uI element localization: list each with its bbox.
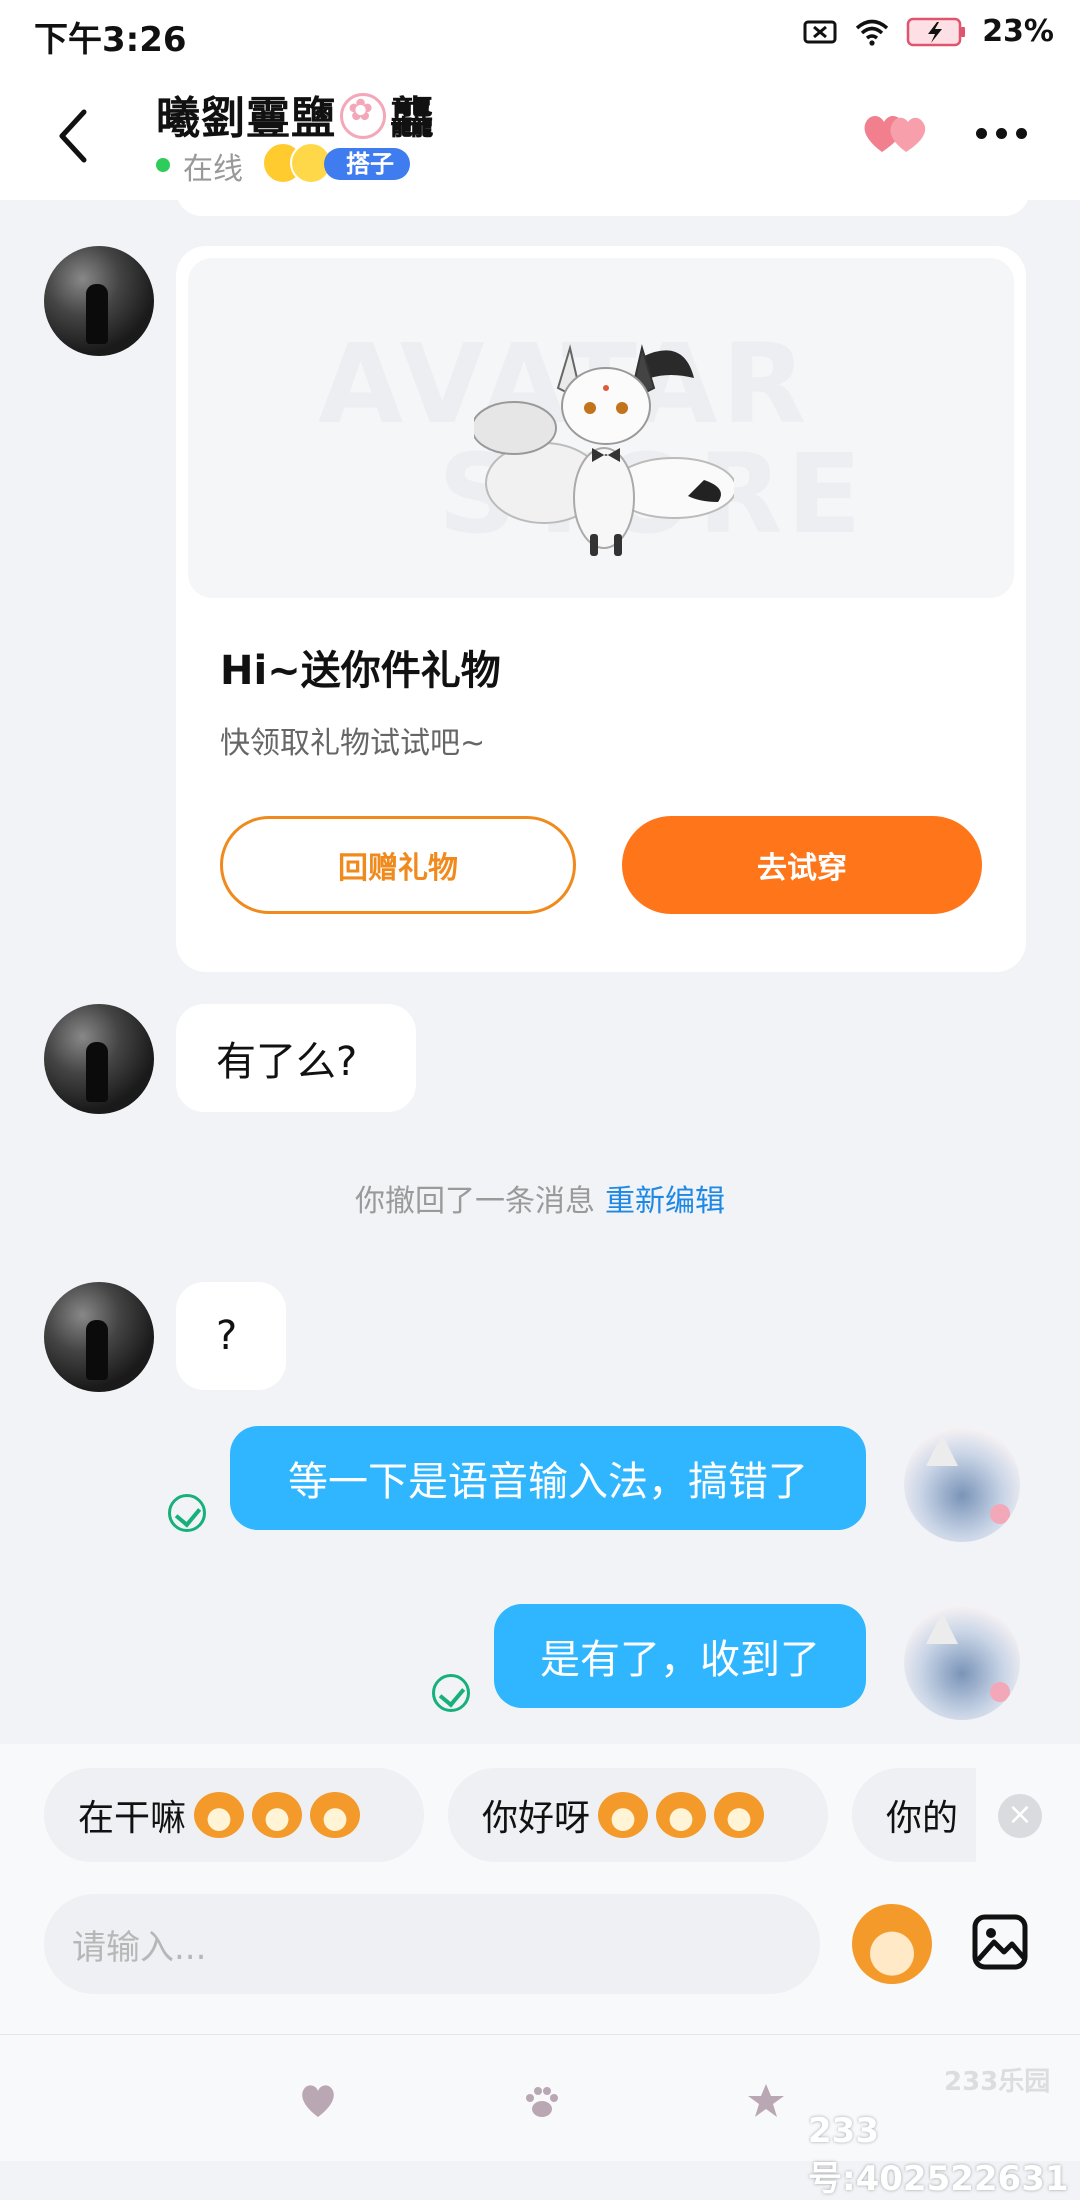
status-icons: 23%: [802, 14, 1054, 49]
star-icon[interactable]: [746, 2081, 786, 2121]
flower-icon: [340, 93, 386, 139]
more-icon[interactable]: [976, 128, 1027, 139]
battery-icon: [906, 17, 966, 46]
recall-notice: 你撤回了一条消息 重新编辑: [0, 1176, 1080, 1220]
close-icon[interactable]: ×: [998, 1794, 1042, 1838]
brand-watermark: 233乐园: [944, 2067, 1051, 2097]
quick-reply-chip[interactable]: 你好呀: [448, 1768, 828, 1862]
return-gift-button[interactable]: 回赠礼物: [220, 816, 576, 914]
previous-message-bubble: [176, 190, 1030, 216]
paw-icon[interactable]: [522, 2081, 562, 2121]
nine-tail-fox-icon: [474, 344, 734, 556]
image-icon[interactable]: [970, 1912, 1030, 1972]
my-avatar[interactable]: [904, 1426, 1020, 1542]
try-on-button[interactable]: 去试穿: [622, 816, 982, 914]
grin-sticker-icon: [310, 1792, 361, 1838]
gift-title: Hi~送你件礼物: [220, 648, 501, 694]
contact-name-tail: 龘: [390, 93, 435, 144]
contact-name[interactable]: 曦劉霻鹽 龘: [156, 82, 435, 146]
outgoing-message[interactable]: 等一下是语音输入法，搞错了: [230, 1426, 866, 1530]
wifi-icon: [856, 19, 889, 46]
gift-image: AVATAR STORE: [188, 258, 1014, 598]
quick-reply-text: 你好呀: [482, 1798, 591, 1839]
gift-subtitle: 快领取礼物试试吧~: [220, 726, 486, 761]
sticker-icon[interactable]: [852, 1904, 932, 1984]
hearts-icon[interactable]: [862, 108, 928, 158]
battery-percent: 23%: [982, 14, 1054, 49]
status-time: 下午3:26: [34, 20, 187, 60]
outgoing-message[interactable]: 是有了，收到了: [494, 1604, 866, 1708]
grin-sticker-icon: [252, 1792, 303, 1838]
user-id-watermark: 233号:402522631: [808, 2111, 1069, 2199]
quick-reply-text: 在干嘛: [78, 1798, 187, 1839]
relation-tag: 搭子: [324, 148, 410, 180]
composer-panel: 在干嘛 你好呀 你的 × 请输入...: [0, 1744, 1080, 2034]
surprised-sticker-icon: [656, 1792, 707, 1838]
my-avatar[interactable]: [904, 1604, 1020, 1720]
chat-header: 曦劉霻鹽 龘 在线 搭子: [0, 66, 1080, 200]
sim-off-icon: [803, 20, 837, 43]
quick-reply-chip[interactable]: 你的: [852, 1768, 976, 1862]
online-status: 在线: [183, 152, 243, 187]
surprised-sticker-icon: [714, 1792, 765, 1838]
contact-avatar[interactable]: [44, 1004, 154, 1114]
read-check-icon: [432, 1674, 470, 1712]
status-bar: 下午3:26 23%: [0, 0, 1080, 66]
back-icon[interactable]: [54, 106, 94, 166]
heart-icon[interactable]: [298, 2081, 338, 2121]
message-input[interactable]: 请输入...: [44, 1894, 820, 1994]
quick-reply-chip[interactable]: 在干嘛: [44, 1768, 424, 1862]
online-dot: [156, 158, 170, 172]
quick-reply-text: 你的: [886, 1798, 959, 1839]
re-edit-link[interactable]: 重新编辑: [605, 1184, 725, 1219]
surprised-sticker-icon: [598, 1792, 649, 1838]
grin-sticker-icon: [194, 1792, 245, 1838]
read-check-icon: [168, 1494, 206, 1532]
bottom-bar: 233乐园 233号:402522631: [0, 2034, 1080, 2199]
incoming-message[interactable]: ?: [176, 1282, 286, 1390]
contact-name-text: 曦劉霻鹽: [156, 93, 336, 144]
incoming-message[interactable]: 有了么?: [176, 1004, 416, 1112]
contact-avatar[interactable]: [44, 1282, 154, 1392]
gift-card[interactable]: AVATAR STORE Hi~送你件礼物 快领取礼物试试吧~ 回赠礼物 去试穿: [176, 246, 1026, 972]
recall-text: 你撤回了一条消息: [355, 1184, 595, 1219]
contact-avatar[interactable]: [44, 246, 154, 356]
